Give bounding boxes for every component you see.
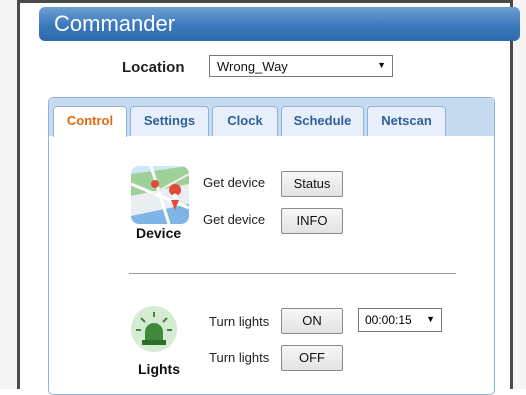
lights-off-button[interactable]: OFF xyxy=(281,345,343,371)
lights-row-label: Turn lights xyxy=(209,314,270,329)
tab-schedule[interactable]: Schedule xyxy=(281,106,364,136)
timer-select-value: 00:00:15 xyxy=(365,313,412,327)
lights-row-label: Turn lights xyxy=(209,350,270,365)
tab-bar: Control Settings Clock Schedule Netscan xyxy=(49,98,494,137)
alarm-light-icon xyxy=(131,306,177,352)
tab-netscan[interactable]: Netscan xyxy=(367,106,446,136)
main-panel: Commander Location Wrong_Way ▼ Control S… xyxy=(20,3,520,395)
timer-select[interactable]: 00:00:15 ▼ xyxy=(358,308,442,332)
lights-caption: Lights xyxy=(138,361,180,377)
device-row-label: Get device xyxy=(203,212,266,227)
location-label: Location xyxy=(122,59,185,76)
location-select-value: Wrong_Way xyxy=(217,59,288,74)
tab-clock[interactable]: Clock xyxy=(212,106,278,136)
location-row: Location Wrong_Way ▼ xyxy=(20,55,510,81)
lights-on-button[interactable]: ON xyxy=(281,308,343,334)
control-tab-content: Device Get device Status Get device INFO… xyxy=(49,136,494,394)
tabs-panel: Control Settings Clock Schedule Netscan xyxy=(48,97,495,395)
status-button[interactable]: Status xyxy=(281,171,343,197)
tab-control[interactable]: Control xyxy=(53,106,127,137)
info-button[interactable]: INFO xyxy=(281,208,343,234)
map-pin-icon xyxy=(131,166,189,224)
window-border-right xyxy=(510,0,513,389)
device-row-label: Get device xyxy=(203,175,266,190)
location-select[interactable]: Wrong_Way ▼ xyxy=(209,55,393,77)
tab-settings[interactable]: Settings xyxy=(130,106,209,136)
app-header: Commander xyxy=(39,7,520,41)
dropdown-arrow-icon: ▼ xyxy=(377,60,386,70)
device-caption: Device xyxy=(136,225,182,241)
app-title: Commander xyxy=(54,11,176,36)
section-divider xyxy=(129,273,456,274)
dropdown-arrow-icon: ▼ xyxy=(426,314,435,324)
